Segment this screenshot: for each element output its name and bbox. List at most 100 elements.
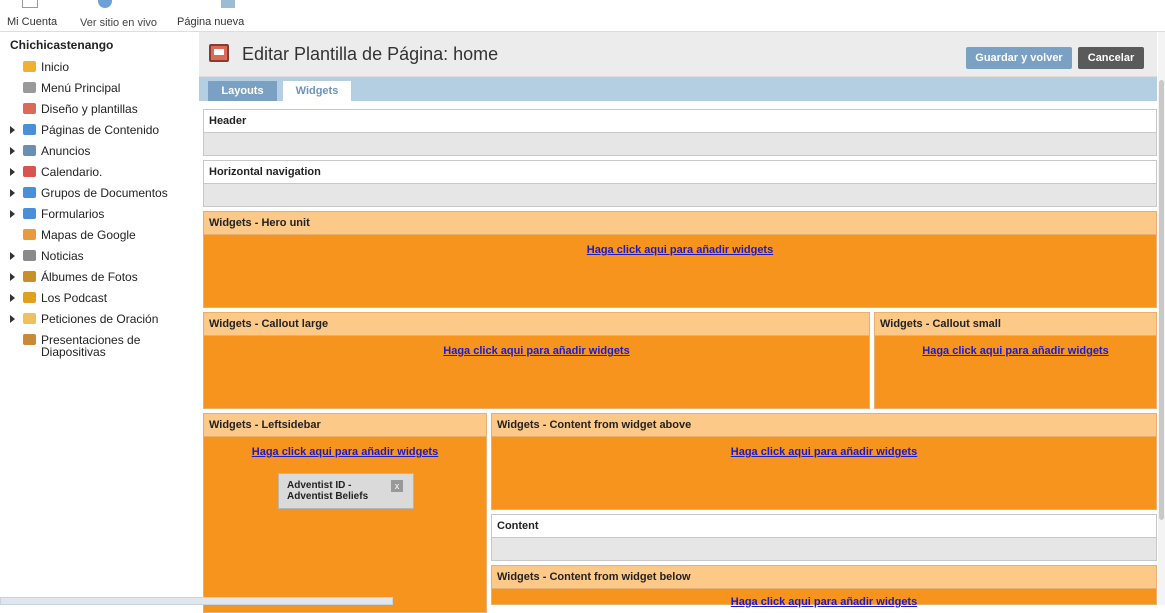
pages-icon <box>23 124 36 135</box>
status-bar <box>0 597 393 605</box>
expand-arrow-icon[interactable] <box>10 294 15 302</box>
new-page-icon <box>221 0 235 8</box>
region-content-above: Widgets - Content from widget above Haga… <box>491 413 1157 510</box>
region-content-below-title: Widgets - Content from widget below <box>492 566 1156 589</box>
slideshow-icon <box>23 334 36 345</box>
view-live-site-link[interactable]: Ver sitio en vivo <box>80 17 157 29</box>
tabs-bar: Layouts Widgets <box>199 77 1157 101</box>
expand-arrow-icon[interactable] <box>10 210 15 218</box>
sidebar-item-label: Menú Principal <box>41 81 121 95</box>
region-header-title: Header <box>204 110 1156 133</box>
expand-arrow-icon[interactable] <box>10 189 15 197</box>
map-icon <box>23 229 36 240</box>
remove-widget-icon[interactable]: x <box>391 480 403 492</box>
add-widgets-link[interactable]: Haga click aqui para añadir widgets <box>204 345 869 357</box>
region-callout-small-title: Widgets - Callout small <box>875 313 1156 336</box>
calendar-icon <box>23 166 36 177</box>
sidebar-item-label: Anuncios <box>41 144 91 158</box>
sidebar-item-slideshow[interactable]: Presentaciones de Diapositivas <box>0 332 196 358</box>
sidebar-item-photo-album[interactable]: Álbumes de Fotos <box>0 269 196 289</box>
tab-layouts[interactable]: Layouts <box>208 81 277 101</box>
sidebar-item-label: Álbumes de Fotos <box>41 270 138 284</box>
sidebar-item-prayer[interactable]: Peticiones de Oración <box>0 311 196 331</box>
photo-album-icon <box>23 271 36 282</box>
add-widgets-link[interactable]: Haga click aqui para añadir widgets <box>875 345 1156 357</box>
prayer-icon <box>23 313 36 324</box>
news-icon <box>23 250 36 261</box>
template-icon <box>23 103 36 114</box>
new-page-link[interactable]: Página nueva <box>177 16 244 28</box>
region-horizontal-navigation: Horizontal navigation <box>203 160 1157 207</box>
cancel-button[interactable]: Cancelar <box>1078 47 1144 69</box>
megaphone-icon <box>23 145 36 156</box>
add-widgets-link[interactable]: Haga click aqui para añadir widgets <box>492 446 1156 458</box>
add-widgets-link[interactable]: Haga click aqui para añadir widgets <box>492 596 1156 608</box>
region-content: Content <box>491 514 1157 561</box>
account-icon <box>22 0 38 8</box>
home-icon <box>23 61 36 72</box>
my-account-link[interactable]: Mi Cuenta <box>7 16 57 28</box>
sidebar-item-label: Grupos de Documentos <box>41 186 168 200</box>
sidebar-item-documents[interactable]: Grupos de Documentos <box>0 185 196 205</box>
sidebar-item-label: Los Podcast <box>41 291 108 305</box>
region-hnav-body <box>204 184 1156 206</box>
sidebar-item-label: Inicio <box>41 60 70 74</box>
region-content-title: Content <box>492 515 1156 538</box>
page-title: Editar Plantilla de Página: home <box>242 44 499 64</box>
add-widgets-link[interactable]: Haga click aqui para añadir widgets <box>204 446 486 458</box>
sidebar: Chichicastenango Inicio Menú Principal Dis… <box>0 32 196 605</box>
sidebar-item-label: Noticias <box>41 249 84 263</box>
region-hero-title: Widgets - Hero unit <box>204 212 1156 235</box>
top-toolbar: Mi Cuenta Ver sitio en vivo Página nueva <box>0 0 1165 32</box>
region-hero-unit: Widgets - Hero unit Haga click aqui para… <box>203 211 1157 308</box>
region-leftsidebar: Widgets - Leftsidebar Haga click aqui pa… <box>203 413 487 613</box>
widget-card-adventist-beliefs[interactable]: Adventist ID - Adventist Beliefs x <box>278 473 414 509</box>
region-content-body <box>492 538 1156 560</box>
sidebar-item-calendar[interactable]: Calendario. <box>0 164 196 184</box>
sidebar-item-map[interactable]: Mapas de Google <box>0 227 196 247</box>
forms-icon <box>23 208 36 219</box>
sidebar-item-pages[interactable]: Páginas de Contenido <box>0 122 196 142</box>
region-callout-large-title: Widgets - Callout large <box>204 313 869 336</box>
tab-widgets[interactable]: Widgets <box>283 81 351 101</box>
expand-arrow-icon[interactable] <box>10 126 15 134</box>
add-widgets-link[interactable]: Haga click aqui para añadir widgets <box>204 244 1156 256</box>
sidebar-item-label: Diseño y plantillas <box>41 102 138 116</box>
sidebar-item-label: Páginas de Contenido <box>41 123 160 137</box>
sidebar-item-label: Peticiones de Oración <box>41 312 159 326</box>
globe-icon <box>98 0 112 8</box>
region-hnav-title: Horizontal navigation <box>204 161 1156 184</box>
sidebar-item-forms[interactable]: Formularios <box>0 206 196 226</box>
sidebar-item-template[interactable]: Diseño y plantillas <box>0 101 196 121</box>
expand-arrow-icon[interactable] <box>10 252 15 260</box>
region-content-above-title: Widgets - Content from widget above <box>492 414 1156 437</box>
sidebar-item-megaphone[interactable]: Anuncios <box>0 143 196 163</box>
sidebar-item-menu[interactable]: Menú Principal <box>0 80 196 100</box>
template-editor: Editar Plantilla de Página: home Guardar… <box>199 32 1165 613</box>
expand-arrow-icon[interactable] <box>10 315 15 323</box>
title-bar: Editar Plantilla de Página: home Guardar… <box>199 32 1157 77</box>
region-content-below: Widgets - Content from widget below Haga… <box>491 565 1157 608</box>
region-header-body <box>204 133 1156 155</box>
template-icon <box>209 44 229 62</box>
expand-arrow-icon[interactable] <box>10 273 15 281</box>
region-callout-large: Widgets - Callout large Haga click aqui … <box>203 312 870 409</box>
sidebar-item-label: Calendario. <box>41 165 103 179</box>
podcast-icon <box>23 292 36 303</box>
sidebar-item-label: Mapas de Google <box>41 228 136 242</box>
region-callout-small: Widgets - Callout small Haga click aqui … <box>874 312 1157 409</box>
sidebar-item-home[interactable]: Inicio <box>0 59 196 79</box>
expand-arrow-icon[interactable] <box>10 168 15 176</box>
menu-icon <box>23 82 36 93</box>
scrollbar-thumb[interactable] <box>1159 80 1164 520</box>
documents-icon <box>23 187 36 198</box>
region-leftsidebar-title: Widgets - Leftsidebar <box>204 414 486 437</box>
sidebar-item-podcast[interactable]: Los Podcast <box>0 290 196 310</box>
sidebar-item-label: Presentaciones de Diapositivas <box>41 333 141 359</box>
sidebar-item-label: Formularios <box>41 207 105 221</box>
expand-arrow-icon[interactable] <box>10 147 15 155</box>
widget-card-title: Adventist ID - Adventist Beliefs <box>287 480 369 502</box>
sidebar-item-news[interactable]: Noticias <box>0 248 196 268</box>
site-name: Chichicastenango <box>10 38 114 52</box>
save-and-return-button[interactable]: Guardar y volver <box>966 47 1072 69</box>
